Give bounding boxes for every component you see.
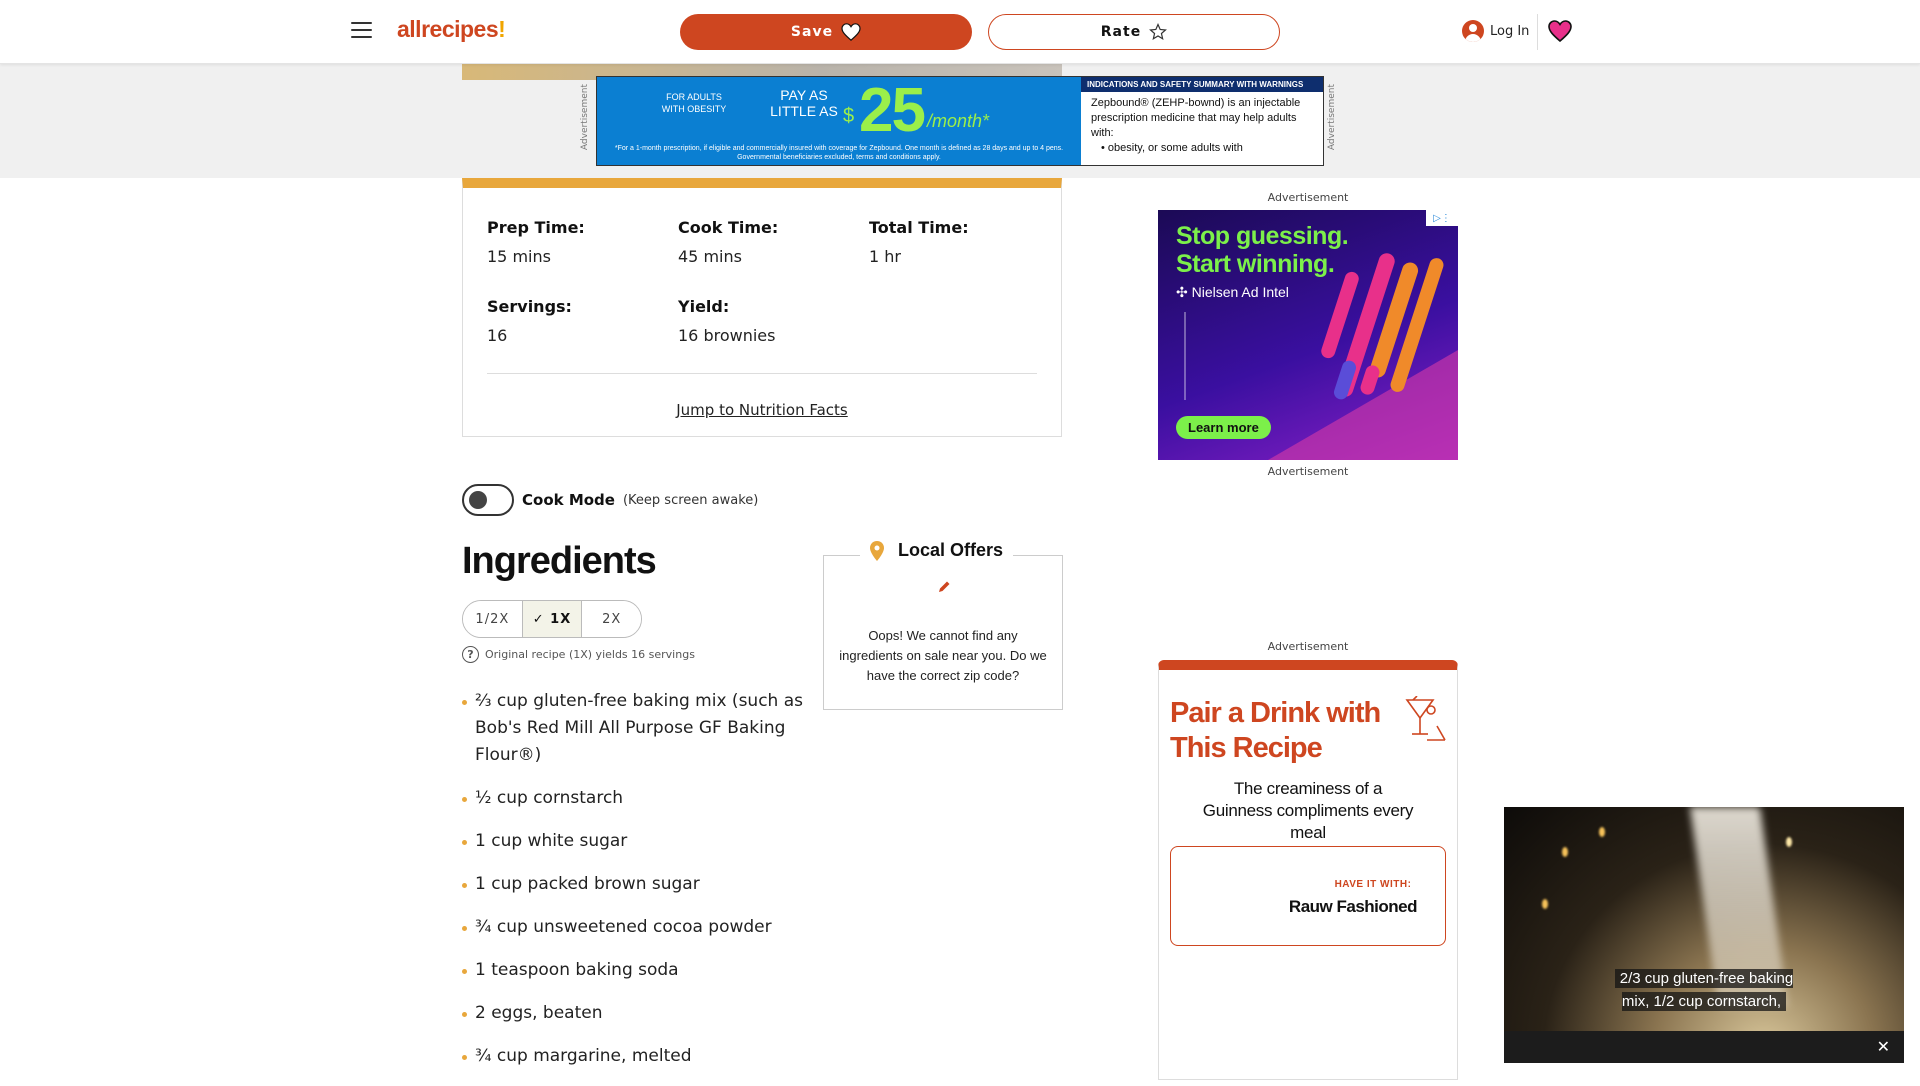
total-time-value: 1 hr xyxy=(869,247,901,266)
zep-safety-panel: INDICATIONS AND SAFETY SUMMARY WITH WARN… xyxy=(1081,77,1323,165)
toggle-knob xyxy=(469,491,487,509)
zep-safety-header: INDICATIONS AND SAFETY SUMMARY WITH WARN… xyxy=(1081,77,1323,92)
menu-icon[interactable] xyxy=(351,22,372,40)
drink-suggestion-box[interactable]: HAVE IT WITH: Rauw Fashioned xyxy=(1170,846,1446,946)
zep-pay-text: PAY AS LITTLE AS xyxy=(770,87,838,119)
local-offers-message: Oops! We cannot find any ingredients on … xyxy=(839,628,1047,683)
local-offers-header: Local Offers xyxy=(860,540,1014,561)
recipe-details-card: Prep Time: 15 mins Cook Time: 45 mins To… xyxy=(462,178,1062,437)
cocktail-icon xyxy=(1405,696,1446,741)
video-light xyxy=(1786,837,1792,847)
edit-zip-pencil-icon[interactable] xyxy=(937,580,951,594)
login-label: Log In xyxy=(1490,23,1530,39)
zep-per-month: /month* xyxy=(927,111,990,131)
question-icon[interactable]: ? xyxy=(462,646,479,663)
prep-time-label: Prep Time: xyxy=(487,218,585,237)
ingredient-item: 2 eggs, beaten xyxy=(462,1000,822,1027)
location-pin-icon xyxy=(870,540,884,561)
ingredients-heading: Ingredients xyxy=(462,540,657,582)
serving-scale-selector: 1/2X ✓ 1X 2X xyxy=(462,600,642,638)
total-time-label: Total Time: xyxy=(869,218,969,237)
scale-1x-button[interactable]: ✓ 1X xyxy=(522,601,583,637)
prep-time: Prep Time: 15 mins xyxy=(487,218,585,266)
ingredient-item: ¾ cup margarine, melted xyxy=(462,1043,822,1070)
ingredient-item: 1 cup packed brown sugar xyxy=(462,871,822,898)
cook-time-value: 45 mins xyxy=(678,247,742,266)
servings: Servings: 16 xyxy=(487,297,572,345)
video-control-bar: ✕ xyxy=(1504,1031,1904,1063)
user-icon xyxy=(1462,20,1484,42)
ingredient-list: ⅔ cup gluten-free baking mix (such as Bo… xyxy=(462,688,822,1086)
zep-safety-bullet: • obesity, or some adults with xyxy=(1101,142,1243,154)
heart-icon xyxy=(841,23,861,41)
local-offers-title: Local Offers xyxy=(898,540,1004,560)
favorites-heart-icon[interactable] xyxy=(1548,20,1572,42)
save-label: Save xyxy=(790,24,834,40)
yield-label: Yield: xyxy=(678,297,730,316)
video-light xyxy=(1599,827,1605,837)
site-logo[interactable]: allrecipes! xyxy=(397,16,506,43)
cook-mode-toggle[interactable] xyxy=(462,484,514,516)
zep-fine-print: *For a 1-month prescription, if eligible… xyxy=(614,145,1064,161)
zep-dollar: $ xyxy=(843,105,855,127)
floating-video-player[interactable]: 2/3 cup gluten-free baking mix, 1/2 cup … xyxy=(1504,807,1904,1063)
drink-pairing-title: Pair a Drink with This Recipe xyxy=(1170,697,1381,764)
yield-value: 16 brownies xyxy=(678,326,776,345)
nielsen-ad[interactable]: Stop guessing. Start winning. ✣ Nielsen … xyxy=(1158,210,1458,460)
zep-adults-text: FOR ADULTS WITH OBESITY xyxy=(661,92,727,114)
video-caption-text: 2/3 cup gluten-free baking mix, 1/2 cup … xyxy=(1614,969,1794,1011)
ingredient-item: 1 cup white sugar xyxy=(462,828,822,855)
original-recipe-text: Original recipe (1X) yields 16 servings xyxy=(485,648,695,661)
zep-safety-body: Zepbound® (ZEHP-bownd) is an injectable … xyxy=(1091,97,1301,139)
star-icon xyxy=(1149,23,1168,40)
total-time: Total Time: 1 hr xyxy=(869,218,969,266)
ad-label-3: Advertisement xyxy=(1267,640,1349,653)
ad-side-label-left: Advertisement xyxy=(580,84,590,151)
video-light xyxy=(1562,847,1568,857)
drink-pairing-card[interactable]: Pair a Drink with This Recipe The creami… xyxy=(1158,660,1458,1080)
servings-label: Servings: xyxy=(487,297,572,316)
scale-half-button[interactable]: 1/2X xyxy=(463,601,523,637)
ad-side-label-right: Advertisement xyxy=(1327,84,1337,151)
jump-to-nutrition-link[interactable]: Jump to Nutrition Facts xyxy=(463,401,1061,419)
zep-amount: 25 xyxy=(859,76,926,145)
zep-ad-offer: FOR ADULTS WITH OBESITY PAY AS LITTLE AS… xyxy=(597,76,1081,165)
rate-button[interactable]: Rate xyxy=(988,14,1280,50)
cook-time-label: Cook Time: xyxy=(678,218,779,237)
learn-more-button[interactable]: Learn more xyxy=(1176,416,1271,439)
header-divider xyxy=(1537,14,1538,50)
cook-mode-sub: (Keep screen awake) xyxy=(622,492,759,508)
video-light xyxy=(1542,899,1548,909)
yield: Yield: 16 brownies xyxy=(678,297,775,345)
drink-name: Rauw Fashioned xyxy=(1288,897,1418,916)
ad-label-1: Advertisement xyxy=(1267,191,1349,204)
video-caption: 2/3 cup gluten-free baking mix, 1/2 cup … xyxy=(1609,967,1799,1013)
cook-time: Cook Time: 45 mins xyxy=(678,218,778,266)
ad-label-2: Advertisement xyxy=(1267,465,1349,478)
close-icon[interactable]: ✕ xyxy=(1877,1037,1890,1056)
have-it-with-label: HAVE IT WITH: xyxy=(1334,879,1412,890)
prep-time-value: 15 mins xyxy=(487,247,551,266)
scale-2x-button[interactable]: 2X xyxy=(582,601,641,637)
rate-label: Rate xyxy=(1100,24,1142,40)
local-offers-widget: Local Offers Oops! We cannot find any in… xyxy=(823,540,1063,710)
ingredient-item: 1 teaspoon baking soda xyxy=(462,957,822,984)
cook-mode-label: Cook Mode xyxy=(522,491,615,509)
original-recipe-note: ? Original recipe (1X) yields 16 serving… xyxy=(462,646,695,663)
zepbound-banner-ad[interactable]: FOR ADULTS WITH OBESITY PAY AS LITTLE AS… xyxy=(596,76,1324,166)
servings-value: 16 xyxy=(487,326,508,345)
drink-pairing-subtitle: The creaminess of a Guinness compliments… xyxy=(1202,779,1414,842)
ad-choices-icon[interactable]: ▷⋮ xyxy=(1426,210,1458,226)
ingredient-item: ½ cup cornstarch xyxy=(462,785,822,812)
save-button[interactable]: Save xyxy=(680,14,972,50)
site-header: allrecipes! Save Rate Log In xyxy=(0,0,1920,64)
cook-mode: Cook Mode (Keep screen awake) xyxy=(462,484,758,516)
ingredient-item: ⅔ cup gluten-free baking mix (such as Bo… xyxy=(462,688,822,769)
details-divider xyxy=(487,373,1037,374)
ingredient-item: ¾ cup unsweetened cocoa powder xyxy=(462,914,822,941)
login-link[interactable]: Log In xyxy=(1462,20,1529,42)
